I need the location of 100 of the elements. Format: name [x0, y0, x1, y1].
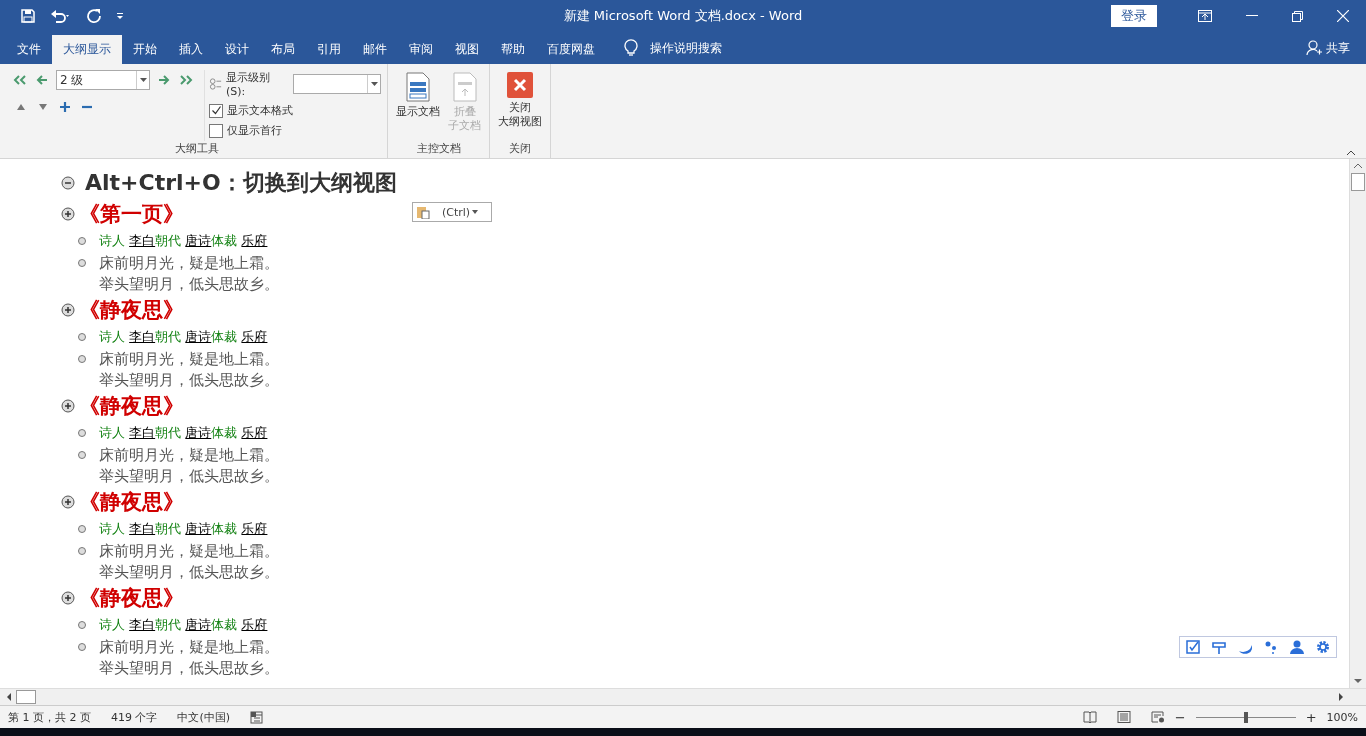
poem-line: 举头望明月，低头思故乡。 [99, 562, 279, 582]
section-title: 《静夜思》 [79, 296, 184, 324]
poem-line: 床前明月光，疑是地上霜。 [99, 541, 279, 561]
meta-line: 诗人 李白朝代 唐诗体裁 乐府 [99, 232, 268, 250]
restore-icon[interactable] [1292, 10, 1303, 22]
document-icon [405, 72, 431, 102]
ribbon-tab[interactable]: 百度网盘 [536, 35, 606, 64]
show-level-icon [209, 77, 223, 91]
outline-level-dropdown[interactable]: 2 级 [56, 70, 150, 90]
poem-line: 举头望明月，低头思故乡。 [99, 466, 279, 486]
ribbon-tab[interactable]: 审阅 [398, 35, 444, 64]
bullet-icon [78, 621, 86, 629]
undo-icon[interactable] [50, 8, 72, 24]
bullet-icon [78, 429, 86, 437]
ribbon-tab[interactable]: 开始 [122, 35, 168, 64]
caret-icon[interactable] [370, 82, 378, 86]
scroll-left-icon[interactable] [6, 693, 12, 701]
scroll-up-icon[interactable] [1354, 163, 1362, 169]
zoom-in-button[interactable]: + [1305, 709, 1317, 725]
macro-record-icon[interactable] [250, 710, 264, 724]
checkbox-icon[interactable] [1186, 640, 1200, 654]
promote-icon[interactable] [36, 74, 48, 86]
expand-plus-icon[interactable] [61, 399, 75, 413]
meta-line: 诗人 李白朝代 唐诗体裁 乐府 [99, 616, 268, 634]
settings-icon[interactable] [1316, 640, 1330, 654]
ribbon-tab[interactable]: 邮件 [352, 35, 398, 64]
caret-icon [472, 210, 479, 214]
collapse-minus-icon[interactable] [82, 105, 92, 109]
close-icon [507, 72, 533, 98]
promote-to-heading-icon[interactable] [12, 74, 28, 86]
group-label: 主控文档 [415, 141, 462, 156]
bullet-icon [78, 525, 86, 533]
save-icon[interactable] [20, 8, 36, 24]
vertical-scrollbar[interactable] [1349, 159, 1366, 688]
share-button[interactable]: 共享 [1326, 39, 1350, 57]
caret-icon[interactable] [139, 78, 147, 82]
demote-to-body-icon[interactable] [178, 74, 194, 86]
redo-icon[interactable] [86, 8, 102, 24]
user-icon[interactable] [1290, 640, 1304, 654]
show-document-button[interactable]: 显示文档 [394, 70, 442, 141]
read-mode-icon[interactable] [1082, 711, 1097, 723]
scroll-right-icon[interactable] [1338, 693, 1344, 701]
close-outline-view-button[interactable]: 关闭 大纲视图 [496, 70, 544, 141]
tell-me-search[interactable]: 操作说明搜索 [650, 39, 722, 57]
move-up-icon[interactable] [16, 103, 26, 111]
ribbon-tab[interactable]: 文件 [6, 35, 52, 64]
page-count[interactable]: 第 1 页，共 2 页 [8, 709, 91, 725]
meta-line: 诗人 李白朝代 唐诗体裁 乐府 [99, 328, 268, 346]
meta-line: 诗人 李白朝代 唐诗体裁 乐府 [99, 424, 268, 442]
close-icon[interactable] [1337, 10, 1349, 22]
checkbox[interactable] [209, 103, 223, 118]
scrollbar-thumb[interactable] [1351, 173, 1365, 191]
expand-plus-icon[interactable] [60, 102, 70, 112]
ribbon-tab[interactable]: 布局 [260, 35, 306, 64]
expand-plus-icon[interactable] [61, 207, 75, 221]
person-add-icon [1306, 40, 1322, 56]
section-title: 《静夜思》 [79, 584, 184, 612]
poem-line: 床前明月光，疑是地上霜。 [99, 253, 279, 273]
signpost-icon[interactable] [1212, 640, 1226, 654]
scroll-down-icon[interactable] [1354, 678, 1362, 684]
poem-line: 床前明月光，疑是地上霜。 [99, 445, 279, 465]
zoom-slider-thumb[interactable] [1243, 711, 1248, 723]
ribbon-tab[interactable]: 帮助 [490, 35, 536, 64]
print-layout-icon[interactable] [1116, 711, 1131, 723]
scrollbar-thumb[interactable] [16, 690, 36, 704]
word-count[interactable]: 419 个字 [111, 709, 158, 725]
checkbox-option[interactable]: 显示文本格式 [209, 103, 381, 118]
expand-plus-icon[interactable] [61, 591, 75, 605]
checkbox-option[interactable]: 仅显示首行 [209, 123, 381, 138]
section-title: 《静夜思》 [79, 488, 184, 516]
sign-in-button[interactable]: 登录 [1111, 5, 1157, 27]
ribbon-tab[interactable]: 视图 [444, 35, 490, 64]
move-down-icon[interactable] [38, 103, 48, 111]
horizontal-scrollbar[interactable] [0, 688, 1366, 705]
zoom-out-button[interactable]: − [1174, 709, 1186, 725]
customize-caret-icon[interactable] [116, 12, 124, 20]
group-label: 大纲工具 [173, 141, 220, 156]
show-level-label: 显示级别(S): [226, 70, 272, 98]
poem-line: 床前明月光，疑是地上霜。 [99, 349, 279, 369]
poem-line: 举头望明月，低头思故乡。 [99, 274, 279, 294]
demote-icon[interactable] [158, 74, 170, 86]
ribbon-tab[interactable]: 大纲显示 [52, 35, 122, 64]
zoom-level[interactable]: 100% [1326, 710, 1358, 724]
expand-plus-icon[interactable] [61, 303, 75, 317]
web-layout-icon[interactable] [1150, 711, 1165, 723]
section-title: 《静夜思》 [79, 392, 184, 420]
minimize-icon[interactable] [1246, 15, 1258, 17]
collapse-ribbon-icon[interactable] [1346, 150, 1356, 156]
expand-plus-icon[interactable] [61, 495, 75, 509]
collapse-minus-icon[interactable] [61, 176, 75, 190]
language-indicator[interactable]: 中文(中国) [177, 709, 231, 725]
checkbox[interactable] [209, 123, 223, 138]
ribbon-display-icon[interactable] [1198, 10, 1212, 22]
section-title: 《第一页》 [79, 200, 184, 228]
ribbon-tab[interactable]: 设计 [214, 35, 260, 64]
ribbon-tab[interactable]: 引用 [306, 35, 352, 64]
dots-icon[interactable] [1264, 640, 1278, 654]
ribbon-tab[interactable]: 插入 [168, 35, 214, 64]
paste-options-button[interactable]: (Ctrl) [412, 202, 493, 222]
lightbulb-icon [624, 39, 638, 57]
